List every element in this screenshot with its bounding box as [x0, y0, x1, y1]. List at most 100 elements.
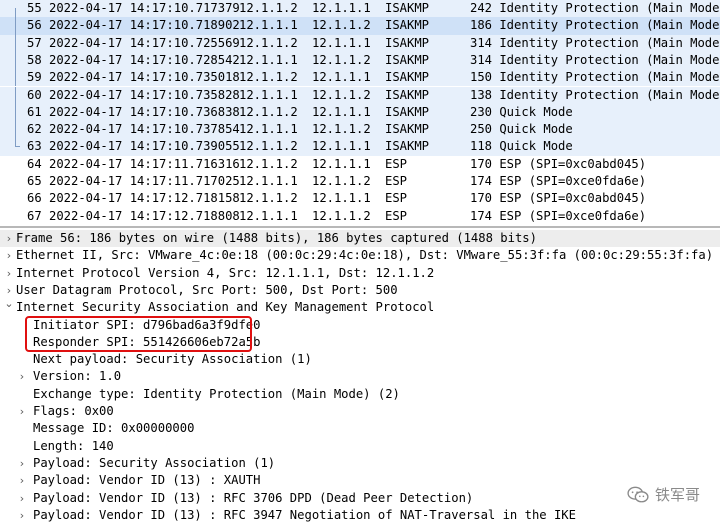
packet-dst: 12.1.1.2 — [312, 18, 371, 33]
packet-row[interactable]: 67 2022-04-17 14:17:12.718808 12.1.1.1 12.1… — [0, 207, 720, 225]
chevron-right-icon[interactable]: › — [16, 507, 28, 524]
packet-src: 12.1.1.2 — [239, 70, 298, 85]
packet-details-tree[interactable]: › Frame 56: 186 bytes on wire (1488 bits)… — [0, 229, 720, 529]
packet-proto: ISAKMP — [385, 104, 430, 119]
packet-no: 62 — [27, 122, 42, 137]
detail-row[interactable]: › Payload: Vendor ID (13) : RFC 3947 Nego… — [0, 507, 720, 524]
packet-time: 2022-04-17 14:17:10.728542 — [49, 52, 240, 67]
packet-time: 2022-04-17 14:17:10.735828 — [49, 87, 240, 102]
detail-text: Payload: Vendor ID (13) : RFC 3706 DPD (… — [33, 490, 474, 505]
packet-row[interactable]: 57 2022-04-17 14:17:10.725569 12.1.1.2 12.1… — [0, 34, 720, 52]
packet-row[interactable]: 59 2022-04-17 14:17:10.735018 12.1.1.2 12.1… — [0, 69, 720, 87]
packet-list[interactable]: 55 2022-04-17 14:17:10.717379 12.1.1.2 12.1… — [0, 0, 720, 225]
packet-src: 12.1.1.2 — [239, 35, 298, 50]
packet-row[interactable]: 64 2022-04-17 14:17:11.716316 12.1.1.2 12.1… — [0, 155, 720, 173]
chevron-down-icon[interactable]: ⌄ — [3, 295, 15, 312]
chevron-right-icon[interactable]: › — [16, 403, 28, 420]
packet-length-info: 174 ESP (SPI=0xce0fda6e) — [470, 174, 647, 188]
packet-proto: ISAKMP — [385, 139, 430, 154]
packet-time: 2022-04-17 14:17:11.716316 — [49, 156, 240, 171]
chevron-right-icon[interactable]: › — [16, 455, 28, 472]
detail-row[interactable]: Exchange type: Identity Protection (Main… — [0, 386, 720, 403]
packet-length-info: 230 Quick Mode — [470, 104, 573, 119]
packet-length-info: 314 Identity Protection (Main Mode) — [470, 52, 720, 67]
detail-row[interactable]: ⌄ Internet Security Association and Key M… — [0, 297, 720, 316]
packet-proto: ISAKMP — [385, 122, 430, 137]
chevron-right-icon[interactable]: › — [3, 265, 15, 282]
packet-src: 12.1.1.1 — [239, 122, 298, 137]
conversation-marker — [15, 138, 16, 147]
packet-proto: ISAKMP — [385, 87, 430, 102]
packet-length-info: 170 ESP (SPI=0xc0abd045) — [470, 191, 647, 206]
detail-row[interactable]: › User Datagram Protocol, Src Port: 500, … — [0, 282, 720, 299]
packet-row[interactable]: 62 2022-04-17 14:17:10.737854 12.1.1.1 12.1… — [0, 121, 720, 139]
packet-row[interactable]: 65 2022-04-17 14:17:11.717025 12.1.1.1 12.1… — [0, 173, 720, 191]
watermark-text: 铁军哥 — [654, 486, 700, 504]
chevron-right-icon[interactable]: › — [16, 490, 28, 507]
detail-text: Next payload: Security Association (1) — [33, 352, 312, 367]
detail-row[interactable]: Length: 140 — [0, 438, 720, 455]
detail-text: Payload: Vendor ID (13) : XAUTH — [33, 473, 261, 488]
detail-row[interactable]: Next payload: Security Association (1) — [0, 351, 720, 368]
detail-row[interactable]: › Frame 56: 186 bytes on wire (1488 bits)… — [0, 230, 720, 248]
packet-time: 2022-04-17 14:17:10.736838 — [49, 104, 240, 119]
packet-row[interactable]: 56 2022-04-17 14:17:10.718902 12.1.1.1 12.1… — [0, 17, 720, 35]
packet-dst: 12.1.1.1 — [312, 70, 371, 85]
packet-row[interactable]: 58 2022-04-17 14:17:10.728542 12.1.1.1 12.1… — [0, 51, 720, 70]
detail-row[interactable]: › Payload: Vendor ID (13) : RFC 3706 DPD … — [0, 490, 720, 507]
wechat-icon — [627, 486, 649, 502]
packet-length-info: 170 ESP (SPI=0xc0abd045) — [470, 156, 647, 171]
detail-text: Payload: Security Association (1) — [33, 455, 276, 470]
packet-length-info: 186 Identity Protection (Main Mode) — [470, 18, 720, 33]
conversation-marker — [15, 34, 16, 52]
packet-time: 2022-04-17 14:17:10.735018 — [49, 70, 240, 85]
detail-row[interactable]: › Payload: Vendor ID (13) : XAUTH — [0, 472, 720, 489]
packet-length-info: 314 Identity Protection (Main Mode) — [470, 35, 720, 50]
packet-time: 2022-04-17 14:17:11.717025 — [49, 174, 240, 188]
detail-row[interactable]: › Flags: 0x00 — [0, 403, 720, 420]
packet-row[interactable]: 66 2022-04-17 14:17:12.718158 12.1.1.2 12.1… — [0, 190, 720, 208]
packet-row[interactable]: 63 2022-04-17 14:17:10.739055 12.1.1.2 12.1… — [0, 138, 720, 156]
packet-dst: 12.1.1.2 — [312, 208, 371, 223]
detail-text: Internet Security Association and Key Ma… — [16, 300, 435, 315]
detail-row[interactable]: › Version: 1.0 — [0, 368, 720, 385]
packet-row[interactable]: 55 2022-04-17 14:17:10.717379 12.1.1.2 12.1… — [0, 0, 720, 18]
detail-text: Internet Protocol Version 4, Src: 12.1.1… — [16, 265, 435, 280]
packet-dst: 12.1.1.2 — [312, 174, 371, 188]
conversation-marker — [15, 121, 16, 139]
packet-row[interactable]: 60 2022-04-17 14:17:10.735828 12.1.1.1 12.1… — [0, 86, 720, 104]
packet-dst: 12.1.1.1 — [312, 156, 371, 171]
packet-proto: ESP — [385, 191, 408, 206]
packet-dst: 12.1.1.2 — [312, 122, 371, 137]
packet-no: 63 — [27, 139, 42, 154]
packet-dst: 12.1.1.1 — [312, 139, 371, 154]
packet-src: 12.1.1.2 — [239, 191, 298, 206]
conversation-marker — [15, 86, 16, 104]
packet-no: 60 — [27, 87, 42, 102]
packet-row[interactable]: 61 2022-04-17 14:17:10.736838 12.1.1.2 12.1… — [0, 103, 720, 122]
packet-src: 12.1.1.1 — [239, 87, 298, 102]
packet-dst: 12.1.1.2 — [312, 87, 371, 102]
packet-length-info: 242 Identity Protection (Main Mode) — [470, 1, 720, 15]
packet-proto: ISAKMP — [385, 70, 430, 85]
packet-no: 55 — [27, 1, 42, 15]
packet-time: 2022-04-17 14:17:10.725569 — [49, 35, 240, 50]
chevron-right-icon[interactable]: › — [16, 472, 28, 489]
chevron-right-icon[interactable]: › — [3, 247, 15, 264]
detail-row[interactable]: Message ID: 0x00000000 — [0, 420, 720, 437]
packet-no: 57 — [27, 35, 42, 50]
packet-time: 2022-04-17 14:17:10.737854 — [49, 122, 240, 137]
conversation-marker — [15, 69, 16, 87]
packet-no: 58 — [27, 52, 42, 67]
chevron-right-icon[interactable]: › — [3, 230, 15, 247]
detail-row[interactable]: › Internet Protocol Version 4, Src: 12.1.… — [0, 265, 720, 282]
packet-dst: 12.1.1.2 — [312, 52, 371, 67]
chevron-right-icon[interactable]: › — [16, 368, 28, 385]
packet-src: 12.1.1.2 — [239, 156, 298, 171]
detail-row[interactable]: › Ethernet II, Src: VMware_4c:0e:18 (00:0… — [0, 247, 720, 264]
pane-divider[interactable] — [0, 226, 720, 228]
packet-length-info: 150 Identity Protection (Main Mode) — [470, 70, 720, 85]
packet-dst: 12.1.1.1 — [312, 1, 371, 15]
packet-src: 12.1.1.1 — [239, 208, 298, 223]
detail-row[interactable]: › Payload: Security Association (1) — [0, 455, 720, 472]
